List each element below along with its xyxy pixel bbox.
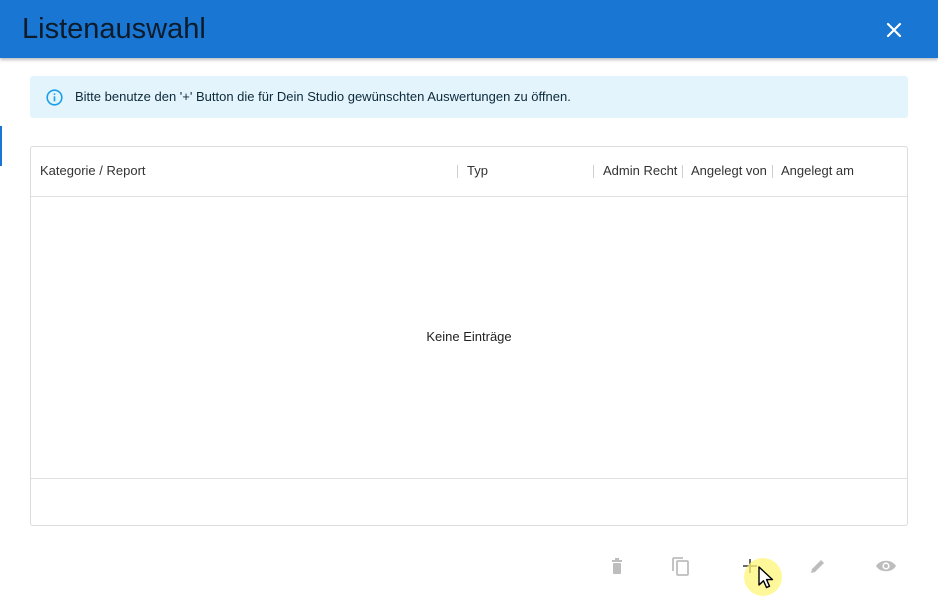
table-footer-divider [31,478,907,479]
view-button[interactable] [874,555,898,577]
column-separator[interactable] [593,165,594,178]
delete-icon [612,558,622,574]
edit-icon [811,560,824,573]
dialog-titlebar: Listenauswahl [0,0,938,58]
delete-button[interactable] [605,555,629,577]
column-header-admin-right[interactable]: Admin Recht [603,163,677,179]
left-accent-bar [0,126,2,166]
close-button[interactable] [880,16,908,44]
edit-button[interactable] [806,555,830,577]
info-banner: Bitte benutze den '+' Button die für Dei… [30,76,908,118]
dialog-title: Listenauswahl [22,13,206,45]
list-selection-dialog: Listenauswahl Bitte benutze den '+' Butt… [0,0,938,596]
copy-button[interactable] [669,555,693,577]
column-header-category[interactable]: Kategorie / Report [40,163,146,179]
copy-icon [672,557,689,576]
column-separator[interactable] [457,165,458,178]
info-text: Bitte benutze den '+' Button die für Dei… [75,89,571,104]
column-header-created-at[interactable]: Angelegt am [781,163,854,179]
mouse-cursor-icon [758,566,774,589]
column-header-type[interactable]: Typ [467,163,488,179]
report-table: Kategorie / Report Typ Admin Recht Angel… [30,146,908,526]
table-header: Kategorie / Report Typ Admin Recht Angel… [31,147,907,197]
info-icon [46,89,63,106]
view-icon [876,560,896,572]
column-separator[interactable] [772,165,773,178]
empty-state-text: Keine Einträge [426,329,512,344]
column-header-created-by[interactable]: Angelegt von [691,163,767,179]
close-icon [886,22,902,38]
column-separator[interactable] [682,165,683,178]
